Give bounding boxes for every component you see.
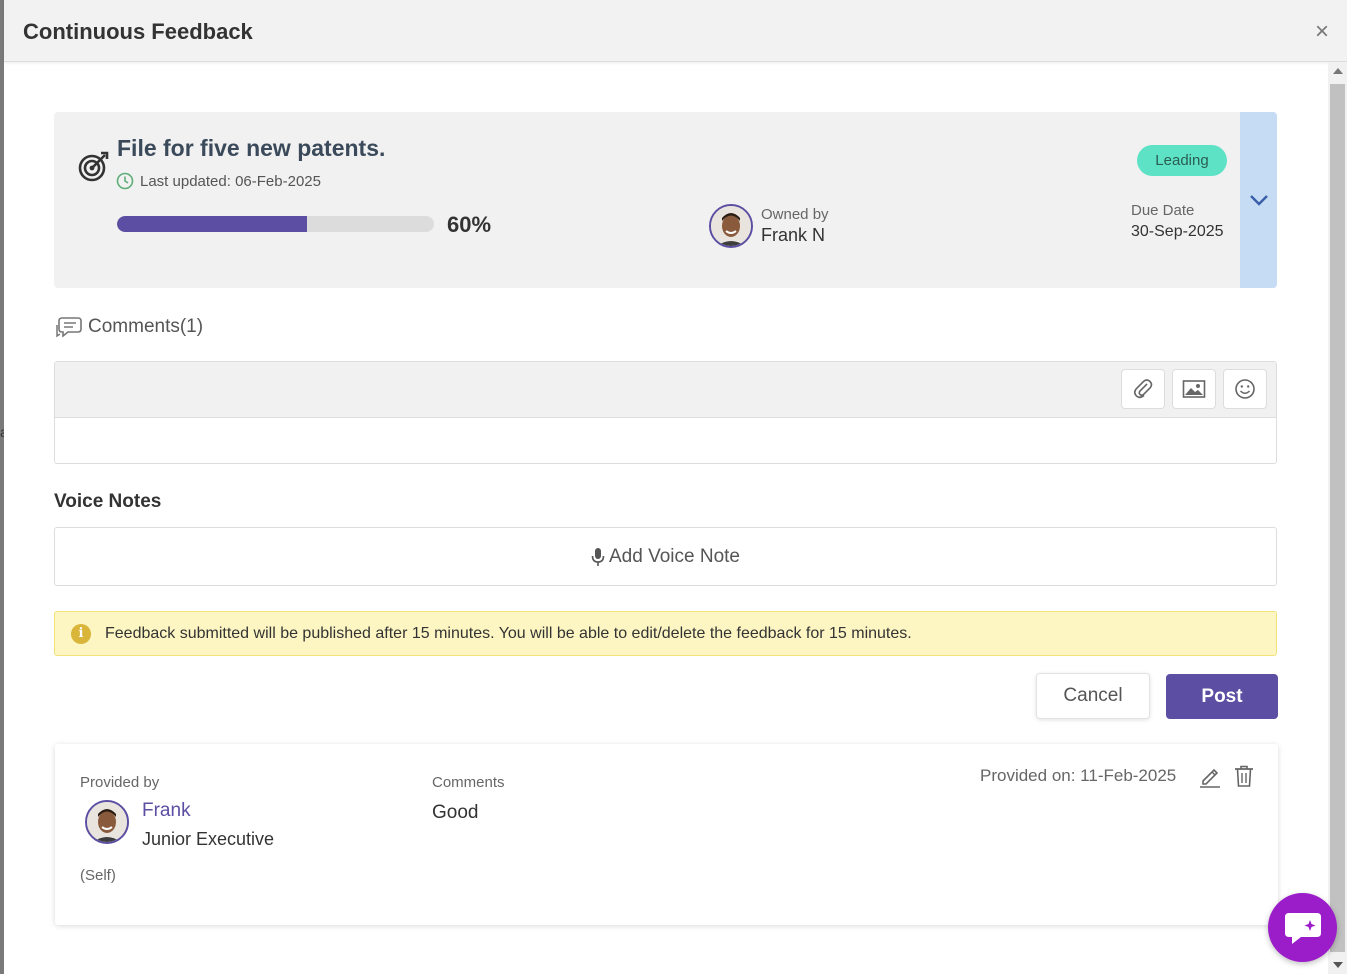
close-icon[interactable]: × [1315, 20, 1329, 44]
owner-avatar [709, 204, 753, 248]
status-badge: Leading [1137, 145, 1227, 176]
insert-emoji-button[interactable] [1223, 369, 1267, 409]
provider-avatar [85, 800, 129, 844]
comments-count-label: Comments(1) [88, 316, 204, 337]
progress-bar [117, 216, 434, 232]
chevron-down-icon [1249, 195, 1268, 206]
add-voice-note-button[interactable]: Add Voice Note [54, 527, 1277, 586]
cancel-button[interactable]: Cancel [1036, 673, 1150, 719]
owner-name: Frank N [761, 225, 826, 245]
provider-role: Junior Executive [142, 829, 275, 849]
trash-icon[interactable] [1233, 764, 1255, 788]
provider-name-link[interactable]: Frank [142, 800, 191, 822]
scrollbar-thumb[interactable] [1330, 84, 1345, 952]
due-date-label: Due Date [1131, 202, 1195, 219]
microphone-icon [591, 547, 605, 566]
scrollbar[interactable] [1328, 62, 1347, 974]
clock-icon [116, 172, 134, 190]
attachment-icon [1133, 379, 1153, 399]
self-tag: (Self) [80, 867, 116, 884]
scroll-up-arrow-icon[interactable] [1333, 68, 1343, 74]
provided-by-label: Provided by [80, 774, 160, 791]
continuous-feedback-modal: Continuous Feedback × File for five new … [4, 0, 1347, 974]
chat-assistant-button[interactable] [1268, 893, 1337, 962]
goal-title: File for five new patents. [117, 135, 386, 161]
last-updated: Last updated: 06-Feb-2025 [116, 172, 321, 190]
person-avatar-icon [711, 206, 751, 246]
emoji-icon [1235, 379, 1255, 399]
editor-toolbar [55, 362, 1276, 418]
scroll-down-arrow-icon[interactable] [1333, 962, 1343, 968]
progress-percent: 60% [447, 212, 492, 237]
add-voice-note-label: Add Voice Note [609, 545, 740, 567]
chat-bubble-icon [1284, 912, 1321, 944]
comments-icon [56, 317, 82, 338]
last-updated-text: Last updated: 06-Feb-2025 [140, 172, 321, 190]
attach-file-button[interactable] [1121, 369, 1165, 409]
comments-column-label: Comments [432, 774, 505, 791]
image-icon [1182, 380, 1206, 398]
provided-on-date: Provided on: 11-Feb-2025 [980, 766, 1177, 785]
progress-bar-fill [117, 216, 308, 232]
due-date-value: 30-Sep-2025 [1131, 223, 1224, 240]
publish-delay-notice: i Feedback submitted will be published a… [54, 611, 1277, 656]
expand-goal-button[interactable] [1240, 112, 1277, 288]
insert-image-button[interactable] [1172, 369, 1216, 409]
edit-icon[interactable] [1198, 764, 1222, 788]
goal-card: File for five new patents. Last updated:… [54, 112, 1277, 288]
owned-by-label: Owned by [761, 206, 829, 223]
comment-editor[interactable] [54, 361, 1277, 464]
modal-header: Continuous Feedback × [4, 0, 1347, 62]
comments-section-header: Comments(1) [54, 312, 203, 342]
notice-text: Feedback submitted will be published aft… [105, 624, 912, 642]
feedback-entry-card: Provided by Frank Junior Executive (Self… [55, 744, 1278, 925]
voice-notes-title: Voice Notes [54, 491, 162, 512]
modal-title: Continuous Feedback [23, 19, 253, 44]
post-button[interactable]: Post [1166, 674, 1278, 719]
target-icon [78, 151, 109, 182]
feedback-comment-text: Good [432, 802, 479, 823]
info-icon: i [71, 623, 91, 644]
person-avatar-icon [87, 802, 127, 842]
